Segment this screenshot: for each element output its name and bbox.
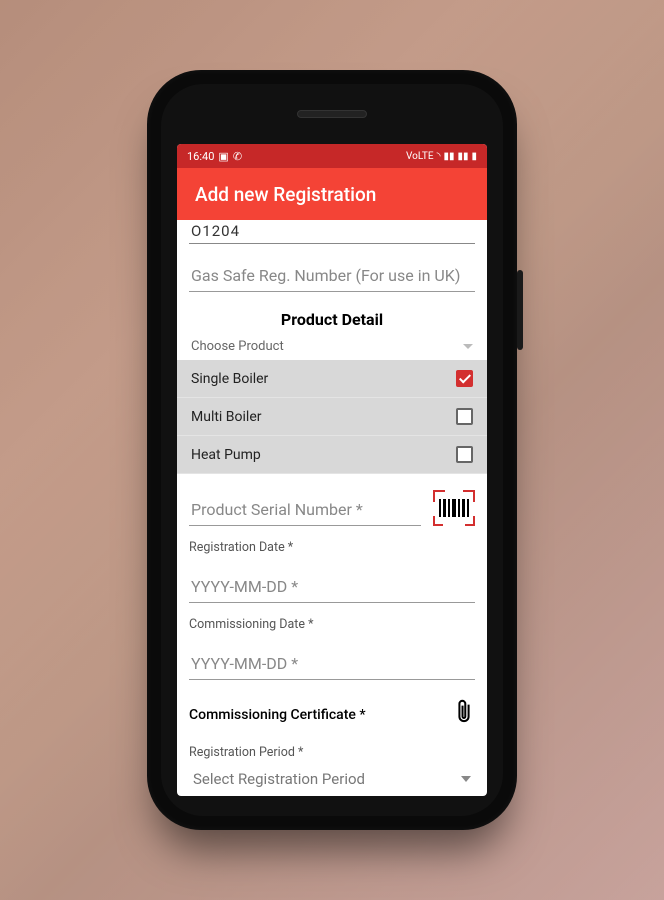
gas-safe-input[interactable]: Gas Safe Reg. Number (For use in UK) [189,262,475,292]
product-option-single-boiler[interactable]: Single Boiler [177,360,487,398]
checkbox-icon[interactable] [456,408,473,425]
registration-date-label: Registration Date * [189,540,475,555]
option-label: Single Boiler [191,371,268,387]
registration-date-input[interactable]: YYYY-MM-DD * [189,573,475,603]
select-placeholder: Select Registration Period [193,770,365,788]
phone-icon: ✆ [233,150,242,163]
product-option-multi-boiler[interactable]: Multi Boiler [177,398,487,436]
product-option-heat-pump[interactable]: Heat Pump [177,436,487,474]
status-bar: 16:40 ▣ ✆ VoLTE ◝ ▮▮ ▮▮ ▮ [177,144,487,168]
choose-product-dropdown[interactable]: Choose Product [189,337,475,360]
chevron-down-icon [463,344,473,349]
choose-product-label: Choose Product [191,339,284,354]
attachment-icon[interactable] [453,698,475,731]
form-content: O1204 Gas Safe Reg. Number (For use in U… [177,220,487,796]
wifi-icon: ◝ [437,151,441,162]
status-time: 16:40 [187,150,214,163]
input-placeholder: Gas Safe Reg. Number (For use in UK) [191,266,460,285]
input-placeholder: YYYY-MM-DD * [191,577,298,596]
input-placeholder: Product Serial Number * [191,500,363,519]
phone-speaker [297,110,367,118]
input-placeholder: YYYY-MM-DD * [191,654,298,673]
section-title: Product Detail [189,310,475,329]
barcode-scan-button[interactable] [433,490,475,526]
checkbox-icon[interactable] [456,446,473,463]
option-label: Heat Pump [191,447,261,463]
checkbox-checked-icon[interactable] [456,370,473,387]
screen: 16:40 ▣ ✆ VoLTE ◝ ▮▮ ▮▮ ▮ Add new Regist… [177,144,487,796]
signal-icon-2: ▮▮ [457,151,468,162]
commissioning-date-label: Commissioning Date * [189,617,475,632]
serial-number-input[interactable]: Product Serial Number * [189,496,421,526]
app-bar: Add new Registration [177,168,487,220]
product-option-list: Single Boiler Multi Boiler Heat Pump [177,360,487,474]
certificate-label: Commissioning Certificate * [189,707,366,723]
registration-period-select[interactable]: Select Registration Period [189,764,475,788]
registration-period-label: Registration Period * [189,745,475,760]
previous-field-value[interactable]: O1204 [189,220,475,244]
phone-frame: 16:40 ▣ ✆ VoLTE ◝ ▮▮ ▮▮ ▮ Add new Regist… [147,70,517,830]
app-bar-title: Add new Registration [195,183,376,206]
barcode-icon [439,499,469,517]
signal-icon: ▮▮ [443,151,454,162]
battery-icon: ▮ [471,151,477,162]
phone-side-button [517,270,523,350]
volte-label: VoLTE [406,151,434,162]
commissioning-date-input[interactable]: YYYY-MM-DD * [189,650,475,680]
image-icon: ▣ [218,150,228,163]
dropdown-icon [461,776,471,782]
option-label: Multi Boiler [191,409,262,425]
